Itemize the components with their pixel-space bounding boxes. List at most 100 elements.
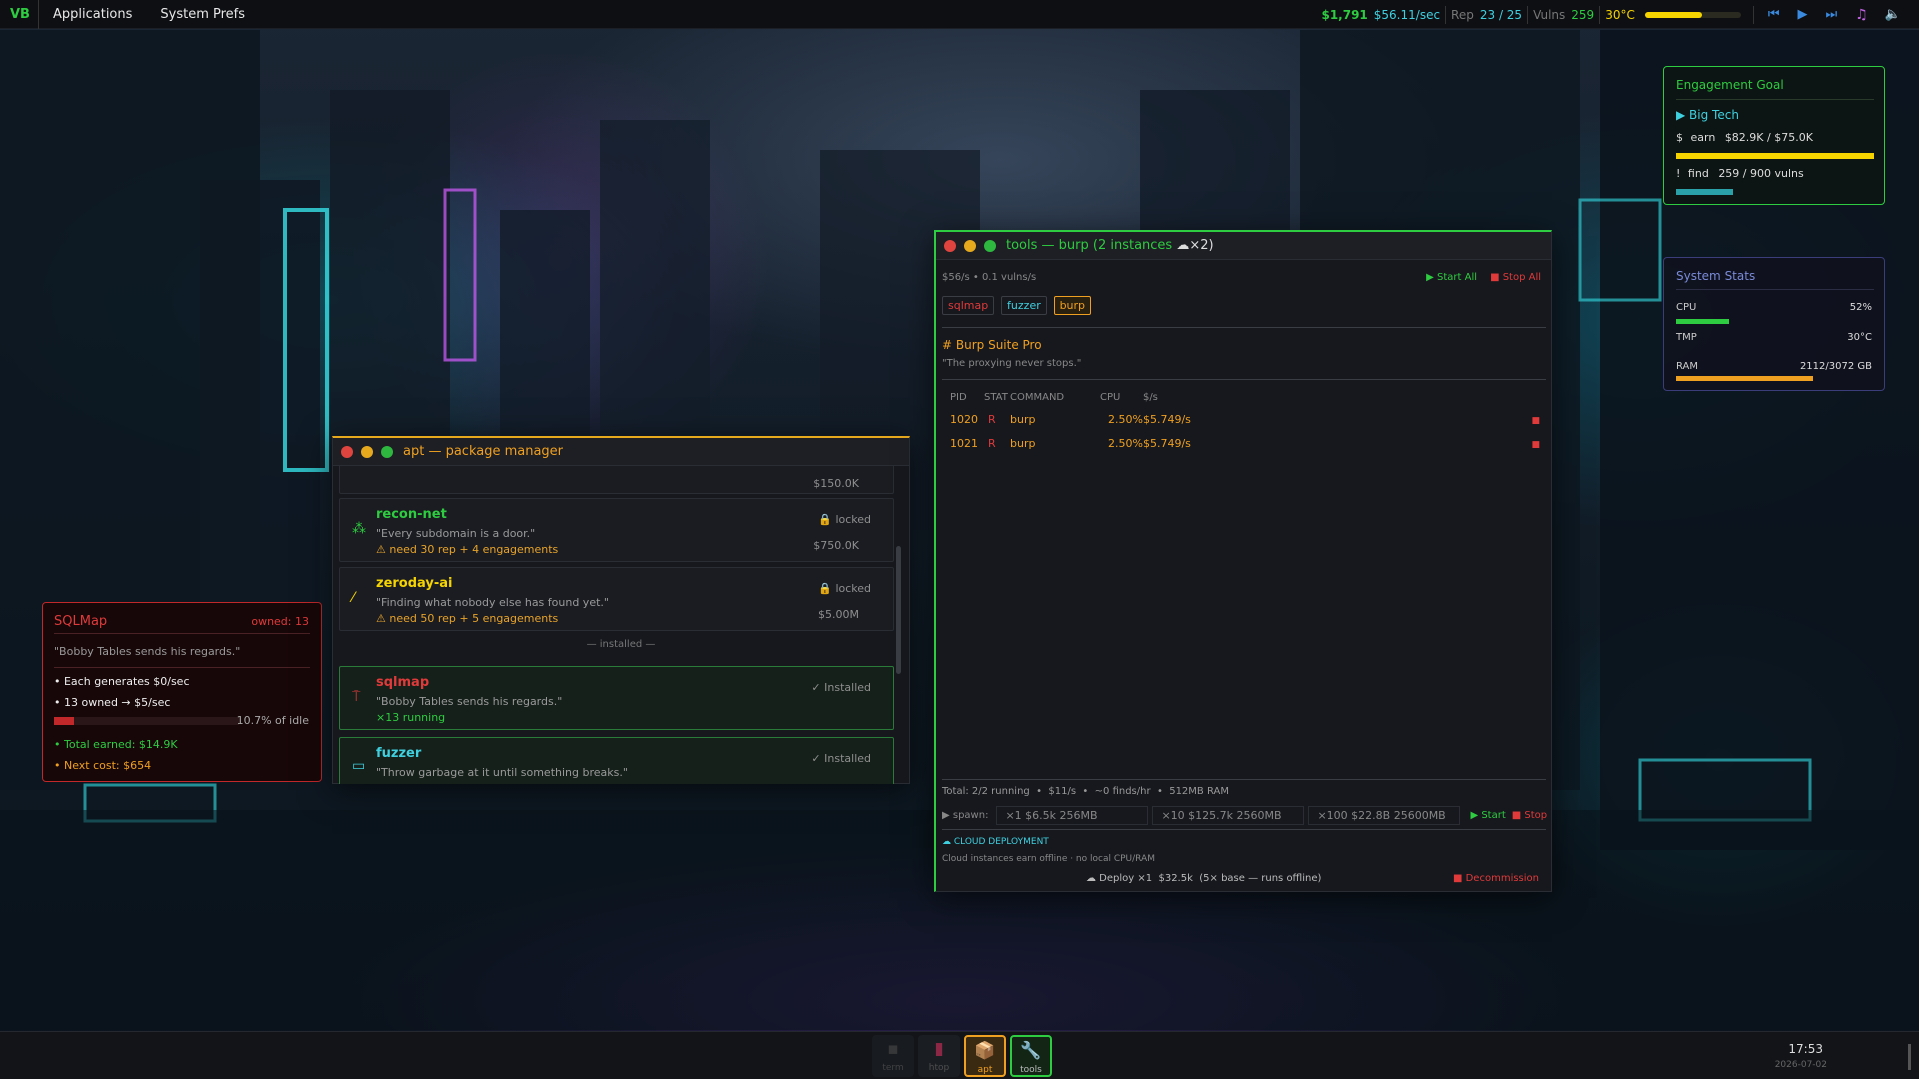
apt-window: apt — package manager $150.0K ⁂ recon-ne…	[332, 436, 910, 784]
income-rate: $56.11/sec	[1373, 7, 1441, 22]
tab-fuzzer[interactable]: fuzzer	[1001, 296, 1047, 315]
package-name: recon-net	[376, 507, 447, 522]
earn-prefix: $	[1676, 131, 1683, 144]
dock-apt[interactable]: 📦 apt	[964, 1035, 1006, 1077]
sqlmap-info-card: SQLMap owned: 13 "Bobby Tables sends his…	[42, 602, 322, 782]
idle-progress-bar	[54, 717, 239, 725]
stop-button[interactable]: ■ Stop	[1512, 810, 1547, 821]
apt-package-list[interactable]: $150.0K ⁂ recon-net "Every subdomain is …	[333, 466, 909, 784]
decommission-button[interactable]: ■ Decommission	[1453, 873, 1539, 884]
tool-rate: $56/s	[942, 272, 970, 283]
minimize-button[interactable]	[361, 445, 373, 458]
heat-progress-bar	[1644, 11, 1741, 18]
dock-tools[interactable]: 🔧 tools	[1010, 1035, 1052, 1077]
clock-date: 2026-07-02	[1774, 1060, 1827, 1070]
rep-label: Rep	[1451, 7, 1474, 22]
dock-term[interactable]: ▪ term	[872, 1035, 914, 1077]
terminal-icon: ▪	[887, 1039, 899, 1059]
cpu-progress-bar	[1676, 319, 1874, 324]
play-icon[interactable]: ▶	[1798, 7, 1808, 22]
find-progress-bar	[1676, 189, 1874, 195]
close-button[interactable]	[944, 239, 956, 252]
show-desktop-button[interactable]	[1908, 1044, 1911, 1070]
package-price: $150.0K	[813, 477, 859, 490]
rep-value: 23 / 25	[1479, 7, 1523, 22]
vulns-label: Vulns	[1533, 7, 1566, 22]
package-desc: "Bobby Tables sends his regards."	[376, 695, 563, 708]
temperature: 30°C	[1605, 7, 1635, 22]
dock-htop[interactable]: ▮ htop	[918, 1035, 960, 1077]
spawn-x10[interactable]: ×10 $125.7k 2560MB	[1152, 806, 1305, 825]
kill-process-button[interactable]: ■	[1531, 440, 1540, 450]
package-recon-net[interactable]: ⁂ recon-net "Every subdomain is a door."…	[339, 498, 894, 562]
tmp-label: TMP	[1676, 332, 1697, 343]
wrench-icon: 🔧	[1020, 1041, 1042, 1061]
tab-sqlmap[interactable]: sqlmap	[942, 296, 995, 315]
sqlmap-card-title: SQLMap	[54, 614, 108, 629]
apt-titlebar[interactable]: apt — package manager	[333, 438, 909, 466]
package-requirement: ⚠ need 30 rep + 4 engagements	[376, 543, 559, 556]
sqlmap-line-2: • 13 owned → $5/sec	[54, 696, 171, 709]
col-command: COMMAND	[1010, 391, 1065, 403]
col-rate: $/s	[1142, 391, 1158, 403]
deploy-button[interactable]: ☁ Deploy ×1 $32.5k (5× base — runs offli…	[1086, 873, 1321, 884]
close-button[interactable]	[341, 445, 353, 458]
tools-titlebar[interactable]: tools — burp (2 instances ☁×2)	[936, 232, 1551, 260]
package-sqlmap[interactable]: ⍑ sqlmap "Bobby Tables sends his regards…	[339, 666, 894, 730]
process-table: PID STAT COMMAND CPU $/s 1020 R burp 2.5…	[950, 387, 1540, 455]
volume-icon[interactable]: 🔈	[1885, 7, 1901, 22]
tab-burp[interactable]: burp	[1053, 296, 1092, 315]
prev-icon[interactable]: ⏮	[1768, 7, 1780, 22]
spawn-x1[interactable]: ×1 $6.5k 256MB	[996, 806, 1149, 825]
col-pid: PID	[950, 391, 967, 403]
dock-label: tools	[1020, 1065, 1042, 1075]
package-fuzzer[interactable]: ▭ fuzzer "Throw garbage at it until some…	[339, 737, 894, 784]
stop-all-button[interactable]: ■ Stop All	[1490, 272, 1541, 283]
engagement-title: Engagement Goal	[1676, 78, 1784, 92]
tools-window-title: tools — burp (2 instances ☁×2)	[1006, 238, 1214, 253]
proc-stat: R	[988, 412, 996, 426]
top-menu-bar: VB Applications System Prefs $1,791 $56.…	[0, 0, 1919, 29]
proc-cmd: burp	[1010, 412, 1036, 426]
maximize-button[interactable]	[381, 445, 393, 458]
start-all-button[interactable]: ▶ Start All	[1426, 272, 1477, 283]
tools-window: tools — burp (2 instances ☁×2) $56/s • 0…	[934, 230, 1552, 892]
minimize-button[interactable]	[964, 239, 976, 252]
cpu-value: 52%	[1849, 302, 1872, 313]
engagement-target[interactable]: ▶ Big Tech	[1676, 108, 1739, 122]
dock-label: term	[882, 1063, 904, 1073]
lock-status: 🔒 locked	[818, 582, 871, 595]
list-item[interactable]: $150.0K	[339, 466, 894, 494]
package-name: sqlmap	[376, 675, 430, 690]
proc-cmd: burp	[1010, 436, 1036, 450]
table-row[interactable]: 1021 R burp 2.50% $5.749/s ■	[950, 431, 1540, 455]
logo[interactable]: VB	[0, 0, 39, 29]
start-button[interactable]: ▶ Start	[1470, 810, 1505, 821]
running-count: ×13 running	[376, 711, 446, 724]
earn-progress-bar	[1676, 153, 1874, 159]
menu-applications[interactable]: Applications	[39, 0, 146, 29]
spawn-x100[interactable]: ×100 $22.8B 25600MB	[1308, 806, 1461, 825]
package-icon: 📦	[974, 1041, 996, 1061]
package-name: zeroday-ai	[376, 576, 453, 591]
cpu-label: CPU	[1676, 302, 1697, 313]
idle-percent: 10.7% of idle	[236, 714, 309, 727]
package-zeroday-ai[interactable]: ⁄ zeroday-ai "Finding what nobody else h…	[339, 567, 894, 631]
kill-process-button[interactable]: ■	[1531, 416, 1540, 426]
menu-system-prefs[interactable]: System Prefs	[146, 0, 259, 29]
sqlmap-owned: owned: 13	[251, 615, 309, 628]
chart-icon: ▮	[934, 1039, 944, 1059]
proc-cpu: 2.50%	[1108, 436, 1143, 450]
proc-rate: $5.749/s	[1142, 412, 1191, 426]
installed-status: ✓ Installed	[811, 681, 871, 694]
system-stats-title: System Stats	[1676, 269, 1756, 283]
find-value: 259 / 900 vulns	[1718, 167, 1804, 180]
vulns-value: 259	[1571, 7, 1595, 22]
dock-label: htop	[928, 1063, 950, 1073]
apt-scrollbar[interactable]	[896, 546, 901, 674]
next-icon[interactable]: ⏭	[1826, 7, 1838, 22]
music-icon[interactable]: ♫	[1855, 7, 1868, 23]
spawn-label: ▶ spawn:	[942, 810, 989, 821]
maximize-button[interactable]	[984, 239, 996, 252]
table-row[interactable]: 1020 R burp 2.50% $5.749/s ■	[950, 407, 1540, 431]
